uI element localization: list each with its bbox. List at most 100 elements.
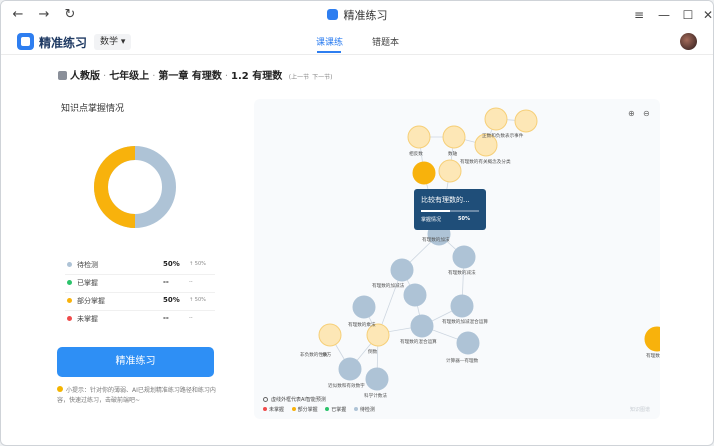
- legend-dot: [353, 407, 358, 411]
- donut-segment-partial: [94, 146, 136, 228]
- legend-row-to-test: 待检测 50% ↑ 50%: [65, 257, 215, 275]
- avatar[interactable]: [680, 33, 697, 50]
- graph-node[interactable]: [456, 331, 480, 355]
- app-icon: [326, 9, 338, 20]
- graph-node[interactable]: [438, 159, 462, 183]
- legend-dot: [263, 407, 267, 411]
- graph-node[interactable]: [318, 323, 342, 347]
- graph-node[interactable]: [403, 283, 427, 307]
- breadcrumb: 人教版 · 七年级上 · 第一章 有理数 · 1.2 有理数 (上一节 下一节): [58, 67, 332, 82]
- legend-trend: ↑ 50%: [189, 297, 206, 303]
- graph-node[interactable]: [352, 295, 376, 319]
- legend-dot: [67, 280, 72, 285]
- graph-node-label: 倒数: [368, 348, 378, 355]
- legend-row-not-mastered: 未掌握 -- --: [65, 311, 215, 329]
- legend-percent: --: [163, 314, 169, 322]
- chevron-down-icon: ▾: [120, 37, 126, 47]
- legend-label: 未掌握: [77, 315, 98, 323]
- tab-mistake-book[interactable]: 错题本: [372, 35, 399, 48]
- legend-dot: [325, 407, 330, 411]
- graph-watermark: 知识图谱: [629, 407, 650, 413]
- menu-icon[interactable]: ≡: [630, 6, 648, 24]
- graph-node-label: 有理数的乘法: [348, 321, 376, 328]
- legend-dot: [67, 316, 72, 321]
- breadcrumb-item[interactable]: 1.2 有理数: [231, 71, 282, 82]
- graph-node[interactable]: [484, 107, 508, 131]
- graph-nodes[interactable]: [318, 107, 660, 391]
- legend-percent: --: [163, 278, 169, 286]
- legend-percent: 50%: [163, 296, 180, 304]
- tooltip-title: 比较有理数的...: [421, 196, 470, 204]
- legend-dot: [67, 298, 72, 303]
- graph-node-label: 有理数的减法: [448, 269, 476, 276]
- graph-node[interactable]: [514, 109, 538, 133]
- active-tab-indicator: [317, 51, 341, 53]
- window-title-text: 精准练习: [343, 9, 388, 22]
- zoom-in-icon[interactable]: ⊕: [628, 109, 635, 118]
- tab-daily-practice[interactable]: 课课练: [316, 35, 343, 48]
- graph-node-label: 有理数的加法: [422, 236, 450, 243]
- next-section-link[interactable]: 下一节: [312, 74, 330, 81]
- legend-row-partial: 部分掌握 50% ↑ 50%: [65, 293, 215, 311]
- legend-label: 部分掌握: [77, 297, 105, 305]
- graph-legend-label: 部分掌握: [297, 407, 318, 413]
- graph-node[interactable]: [452, 245, 476, 269]
- graph-legend-label: 未掌握: [269, 407, 285, 413]
- dashed-ring-icon: [263, 397, 268, 402]
- graph-node[interactable]: [442, 125, 466, 149]
- graph-node[interactable]: [390, 258, 414, 282]
- tip-text: 小提示：针对你的薄弱、AI已规划精准练习路径和练习内容，快速过练习，击破前端吧~: [57, 386, 222, 406]
- graph-legend: 虚线外框代表AI智能预测 未掌握 部分掌握 已掌握 待检测: [263, 395, 375, 415]
- graph-legend-note: 虚线外框代表AI智能预测: [271, 397, 326, 403]
- minimize-button[interactable]: —: [655, 6, 673, 24]
- legend-label: 已掌握: [77, 279, 98, 287]
- prev-section-link[interactable]: 上一节: [291, 74, 309, 81]
- graph-node[interactable]: [412, 161, 436, 185]
- breadcrumb-item[interactable]: 第一章 有理数: [158, 71, 221, 82]
- legend-trend: ↑ 50%: [189, 261, 206, 267]
- subject-select-value: 数学: [100, 37, 119, 47]
- maximize-button[interactable]: ☐: [679, 6, 697, 24]
- legend-trend: --: [189, 279, 193, 285]
- graph-node-label: 计算器—有理数: [446, 357, 479, 364]
- logo-icon: [17, 33, 34, 50]
- app-header: 精准练习 数学 ▾ 课课练 错题本: [1, 29, 713, 55]
- mastery-legend: 待检测 50% ↑ 50% 已掌握 -- -- 部分掌握 50% ↑ 50% 未…: [65, 257, 215, 329]
- title-bar: ← → ↻ 精准练习 ≡ — ☐ ✕: [1, 1, 713, 29]
- graph-node-label: 有理数的有关概念及分类: [460, 158, 511, 165]
- legend-percent: 50%: [163, 260, 180, 268]
- tip-content: 小提示：针对你的薄弱、AI已规划精准练习路径和练习内容，快速过练习，击破前端吧~: [57, 387, 216, 404]
- tooltip-percent: 50%: [458, 216, 470, 222]
- graph-legend-label: 待检测: [359, 407, 375, 413]
- graph-node-label: 非负数的性质: [300, 351, 328, 358]
- graph-node[interactable]: [450, 294, 474, 318]
- book-icon: [58, 71, 67, 80]
- breadcrumb-item[interactable]: 七年级上: [109, 71, 149, 82]
- graph-node-label: 相反数: [409, 150, 423, 157]
- close-button[interactable]: ✕: [702, 6, 713, 24]
- graph-node[interactable]: [338, 357, 362, 381]
- precise-practice-button[interactable]: 精准练习: [57, 347, 214, 377]
- knowledge-graph-canvas[interactable]: 相反数 数轴有理数的有关概念及分类 正数和负数表示事件有理数的加法有理数的减法有理数…: [254, 99, 660, 419]
- breadcrumb-item[interactable]: 人教版: [70, 71, 100, 82]
- knowledge-graph[interactable]: 相反数 数轴 有理数的有关概念及分类 正数和负数表示事件有理数的加法有理数的减法有理数…: [254, 99, 660, 419]
- graph-node[interactable]: [410, 314, 434, 338]
- graph-node[interactable]: [407, 125, 431, 149]
- graph-node[interactable]: [365, 367, 389, 391]
- window-title: 精准练习: [1, 7, 713, 23]
- legend-dot: [67, 262, 72, 267]
- graph-node-label: 有理数: [646, 352, 660, 359]
- graph-node-label: 数轴: [448, 150, 458, 157]
- tooltip-progress-bar: [421, 210, 479, 212]
- logo-text: 精准练习: [39, 36, 88, 50]
- app-window: ← → ↻ 精准练习 ≡ — ☐ ✕ 精准练习 数学 ▾ 课课练 错题本 人教版…: [0, 0, 714, 446]
- graph-node-label: 有理数的混合运算: [400, 338, 437, 345]
- graph-node-label: 正数和负数表示事件: [482, 132, 524, 139]
- subject-select[interactable]: 数学 ▾: [94, 34, 132, 50]
- graph-node[interactable]: [644, 326, 660, 352]
- graph-legend-label: 已掌握: [331, 407, 347, 413]
- zoom-out-icon[interactable]: ⊖: [643, 109, 650, 118]
- graph-node-label: 近似数和有效数字: [328, 382, 365, 389]
- legend-dot: [291, 407, 296, 411]
- tooltip-row-label: 掌握情况: [421, 217, 442, 223]
